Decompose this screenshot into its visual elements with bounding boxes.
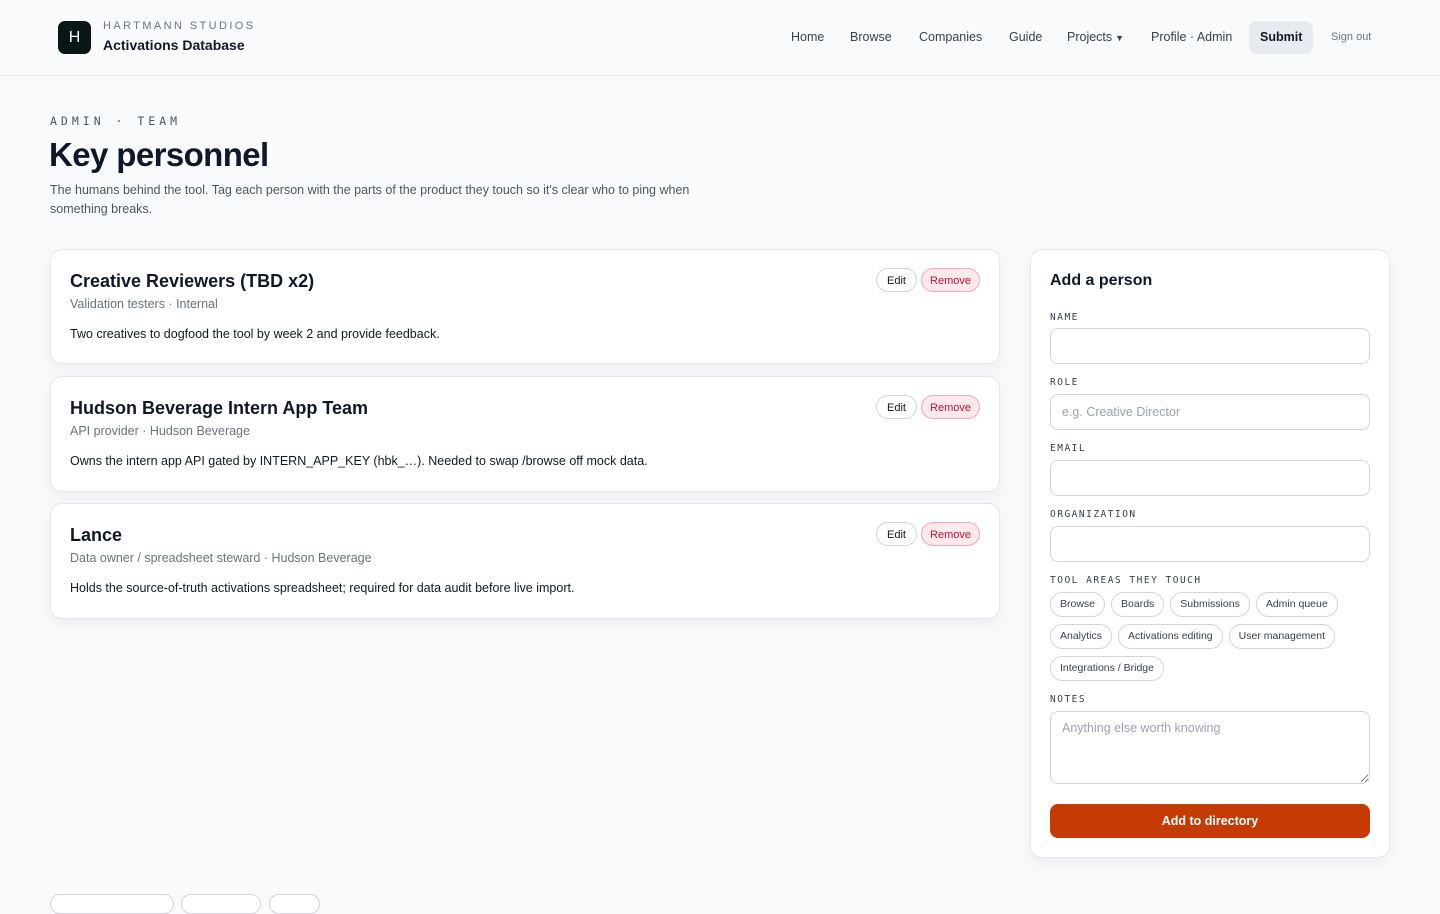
nav-guide[interactable]: Guide — [1009, 21, 1042, 54]
top-bar: H HARTMANN STUDIOS Activations Database … — [0, 0, 1440, 76]
add-to-directory-button[interactable]: Add to directory — [1050, 804, 1370, 838]
edit-button[interactable]: Edit — [876, 522, 917, 546]
chip-submissions[interactable]: Submissions — [1170, 592, 1250, 617]
footer-pill[interactable] — [269, 894, 320, 914]
remove-button[interactable]: Remove — [921, 395, 980, 419]
person-role-org: Validation testers · Internal — [70, 297, 218, 311]
panel-title: Add a person — [1050, 272, 1153, 289]
page-description: The humans behind the tool. Tag each per… — [50, 183, 690, 216]
person-name: Creative Reviewers (TBD x2) — [70, 271, 315, 291]
notes-field[interactable] — [1050, 711, 1370, 784]
footer-pill[interactable] — [50, 894, 174, 914]
remove-button[interactable]: Remove — [921, 522, 980, 546]
person-role-org: Data owner / spreadsheet steward · Hudso… — [70, 551, 372, 565]
nav-profile[interactable]: Profile · Admin — [1151, 21, 1232, 54]
remove-button[interactable]: Remove — [921, 268, 980, 292]
person-card: Creative Reviewers (TBD x2) Validation t… — [50, 249, 1000, 364]
role-field[interactable] — [1050, 394, 1370, 430]
tool-area-chips: Browse Boards Submissions Admin queue An… — [1050, 592, 1375, 681]
organization-label: ORGANIZATION — [1050, 509, 1137, 520]
footer-pill[interactable] — [181, 894, 261, 914]
chip-admin-queue[interactable]: Admin queue — [1255, 592, 1338, 617]
person-note: Owns the intern app API gated by INTERN_… — [70, 454, 648, 468]
nav-browse[interactable]: Browse — [850, 21, 892, 54]
add-person-panel: Add a person NAME ROLE EMAIL ORGANIZATIO… — [1030, 249, 1390, 858]
email-field[interactable] — [1050, 460, 1370, 496]
tool-areas-label: TOOL AREAS THEY TOUCH — [1050, 575, 1202, 586]
chip-activations-editing[interactable]: Activations editing — [1118, 624, 1223, 649]
notes-label: NOTES — [1050, 694, 1087, 705]
sign-out-link[interactable]: Sign out — [1331, 21, 1371, 54]
nav-companies[interactable]: Companies — [919, 21, 982, 54]
person-card: Hudson Beverage Intern App Team API prov… — [50, 376, 1000, 492]
main-nav: Home Browse Companies Guide Projects ▼ Pr… — [0, 0, 1440, 75]
person-name: Hudson Beverage Intern App Team — [70, 398, 369, 418]
name-label: NAME — [1050, 312, 1079, 323]
chip-analytics[interactable]: Analytics — [1050, 624, 1113, 649]
person-note: Holds the source-of-truth activations sp… — [70, 581, 575, 595]
nav-home[interactable]: Home — [791, 21, 824, 54]
person-card: Lance Data owner / spreadsheet steward ·… — [50, 503, 1000, 619]
nav-submit-button[interactable]: Submit — [1249, 21, 1314, 54]
edit-button[interactable]: Edit — [876, 268, 917, 292]
page-title: Key personnel — [49, 136, 269, 173]
chip-browse[interactable]: Browse — [1050, 592, 1106, 617]
email-label: EMAIL — [1050, 443, 1087, 454]
chip-boards[interactable]: Boards — [1111, 592, 1165, 617]
role-label: ROLE — [1050, 377, 1079, 388]
organization-field[interactable] — [1050, 526, 1370, 562]
person-note: Two creatives to dogfood the tool by wee… — [70, 327, 440, 341]
chevron-down-icon: ▼ — [1115, 33, 1125, 43]
nav-projects-label: Projects — [1067, 30, 1113, 44]
name-field[interactable] — [1050, 328, 1370, 364]
edit-button[interactable]: Edit — [876, 395, 917, 419]
person-name: Lance — [70, 525, 123, 545]
page-eyebrow: ADMIN · TEAM — [50, 114, 182, 128]
chip-user-management[interactable]: User management — [1228, 624, 1336, 649]
nav-projects[interactable]: Projects ▼ — [1067, 21, 1124, 54]
chip-integrations-bridge[interactable]: Integrations / Bridge — [1050, 656, 1164, 681]
person-role-org: API provider · Hudson Beverage — [70, 424, 250, 438]
